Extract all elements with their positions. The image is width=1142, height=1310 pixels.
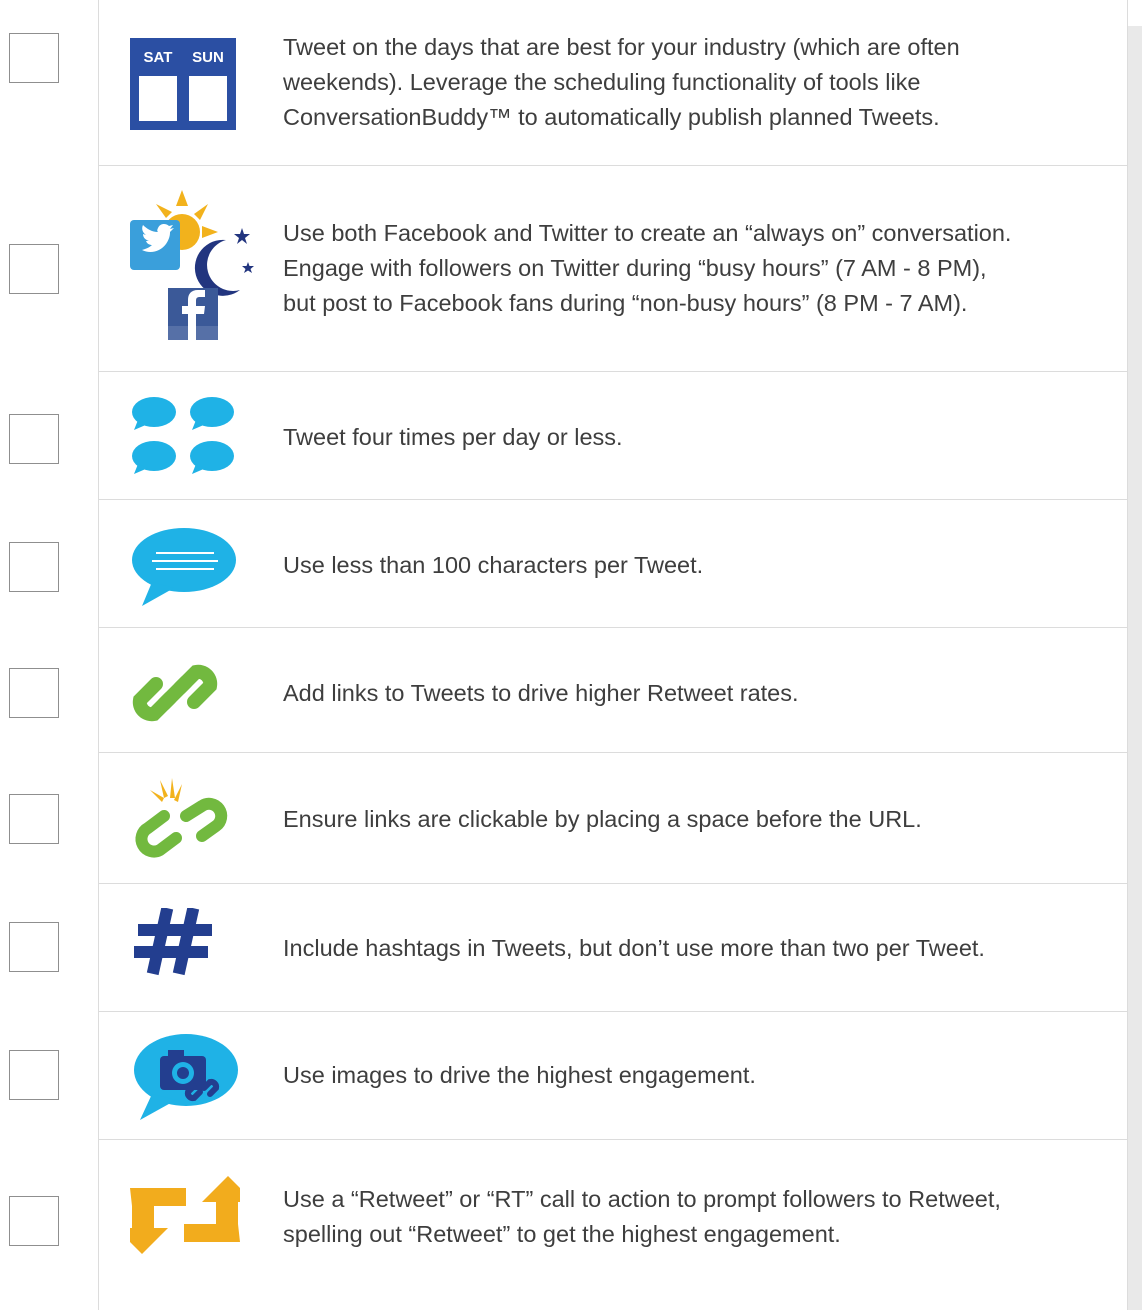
checkbox-images[interactable] (9, 1050, 59, 1100)
camera-link-bubble-icon (130, 1034, 240, 1120)
link-chain-icon (130, 648, 240, 738)
calendar-day-sat: SAT (144, 49, 173, 66)
four-speech-bubbles-icon (130, 396, 240, 476)
weekend-calendar-icon: SAT SUN (130, 38, 240, 130)
checklist-item-text: Tweet on the days that are best for your… (283, 34, 960, 130)
checklist-item-text: Use images to drive the highest engageme… (283, 1062, 756, 1088)
checkbox-frequency[interactable] (9, 414, 59, 464)
checklist-item-text: Use both Facebook and Twitter to create … (283, 220, 1012, 316)
checkbox-hashtags[interactable] (9, 922, 59, 972)
retweet-arrows-icon (130, 1176, 240, 1256)
checkbox-weekends[interactable] (9, 33, 59, 83)
hashtag-icon (130, 908, 240, 978)
checklist-item-text: Ensure links are clickable by placing a … (283, 806, 922, 832)
checkbox-retweet[interactable] (9, 1196, 59, 1246)
twitter-facebook-day-night-icon (130, 190, 254, 340)
checklist-item-text: Add links to Tweets to drive higher Retw… (283, 680, 799, 706)
checklist-item-text: Use a “Retweet” or “RT” call to action t… (283, 1186, 1001, 1247)
checkbox-length[interactable] (9, 542, 59, 592)
checkbox-links[interactable] (9, 668, 59, 718)
scrollbar-track[interactable] (1128, 26, 1142, 1310)
checklist-item-text: Use less than 100 characters per Tweet. (283, 552, 704, 578)
short-message-bubble-icon (130, 528, 240, 606)
checklist-item-text: Tweet four times per day or less. (283, 424, 623, 450)
checklist-item-text: Include hashtags in Tweets, but don’t us… (283, 935, 985, 961)
broken-link-icon (130, 776, 240, 862)
checkbox-always-on[interactable] (9, 244, 59, 294)
calendar-day-sun: SUN (192, 49, 224, 66)
checkbox-clickable[interactable] (9, 794, 59, 844)
